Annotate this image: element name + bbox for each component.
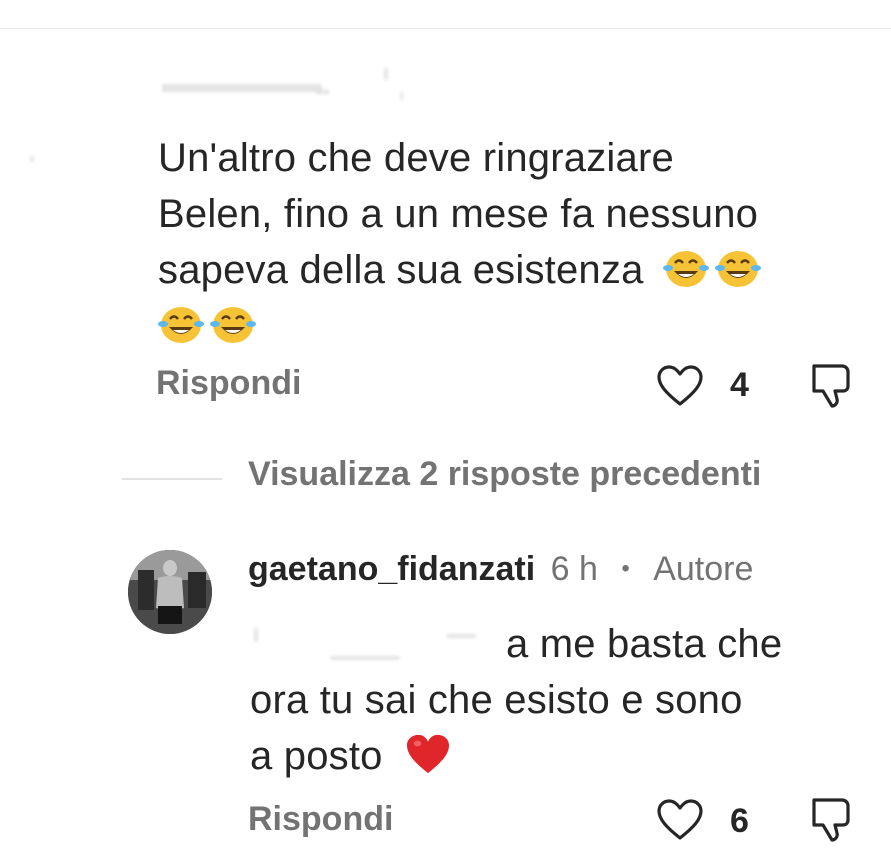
comment-2-text: a me basta che ora tu sai che esisto e s…: [250, 616, 880, 784]
face-with-tears-of-joy-icon: [714, 251, 761, 287]
comment-1-line: sapeva della sua esistenza: [158, 242, 878, 298]
reply-button[interactable]: Rispondi: [248, 800, 393, 839]
like-count: 6: [730, 802, 749, 840]
face-with-tears-of-joy-icon: [662, 251, 709, 287]
dislike-icon[interactable]: [806, 796, 852, 844]
top-divider: [0, 28, 891, 29]
face-with-tears-of-joy-icon: [158, 307, 204, 343]
comment-2-line: ora tu sai che esisto e sono: [250, 678, 743, 722]
view-previous-replies-link[interactable]: Visualizza 2 risposte precedenti: [248, 455, 761, 494]
redacted-username: [162, 84, 322, 92]
comment-1-text: Un'altro che deve ringraziare Belen, fin…: [158, 130, 878, 354]
heart-icon[interactable]: [656, 364, 704, 408]
red-heart-icon: [406, 734, 449, 774]
comment-2-line: a me basta che: [506, 622, 783, 666]
comment-2-line-text: a posto: [250, 734, 383, 778]
comment-1-line-text: sapeva della sua esistenza: [158, 248, 644, 292]
dislike-icon[interactable]: [806, 362, 852, 410]
reply-button[interactable]: Rispondi: [156, 364, 301, 403]
face-with-tears-of-joy-icon: [210, 307, 256, 343]
redacted-username-mark: [400, 92, 403, 100]
separator-dot: •: [621, 555, 630, 582]
thread-line: [122, 478, 222, 480]
comment-1-line: [158, 298, 878, 354]
avatar[interactable]: [128, 550, 212, 634]
timestamp: 6 h: [550, 550, 598, 588]
redacted-avatar-mark: [30, 156, 34, 162]
redacted-username-mark: [316, 90, 330, 94]
username[interactable]: gaetano_fidanzati: [248, 550, 535, 588]
like-count: 4: [730, 366, 749, 404]
avatar-photo-icon: [128, 550, 212, 634]
heart-icon[interactable]: [656, 798, 704, 842]
comment-2-line: a posto: [250, 728, 880, 784]
redacted-username-mark: [384, 68, 388, 80]
comment-1-line: Un'altro che deve ringraziare: [158, 136, 674, 180]
author-badge: Autore: [653, 550, 754, 588]
comment-1-line: Belen, fino a un mese fa nessuno: [158, 192, 759, 236]
comment-2-header: gaetano_fidanzati 6 h • Autore: [248, 550, 753, 589]
